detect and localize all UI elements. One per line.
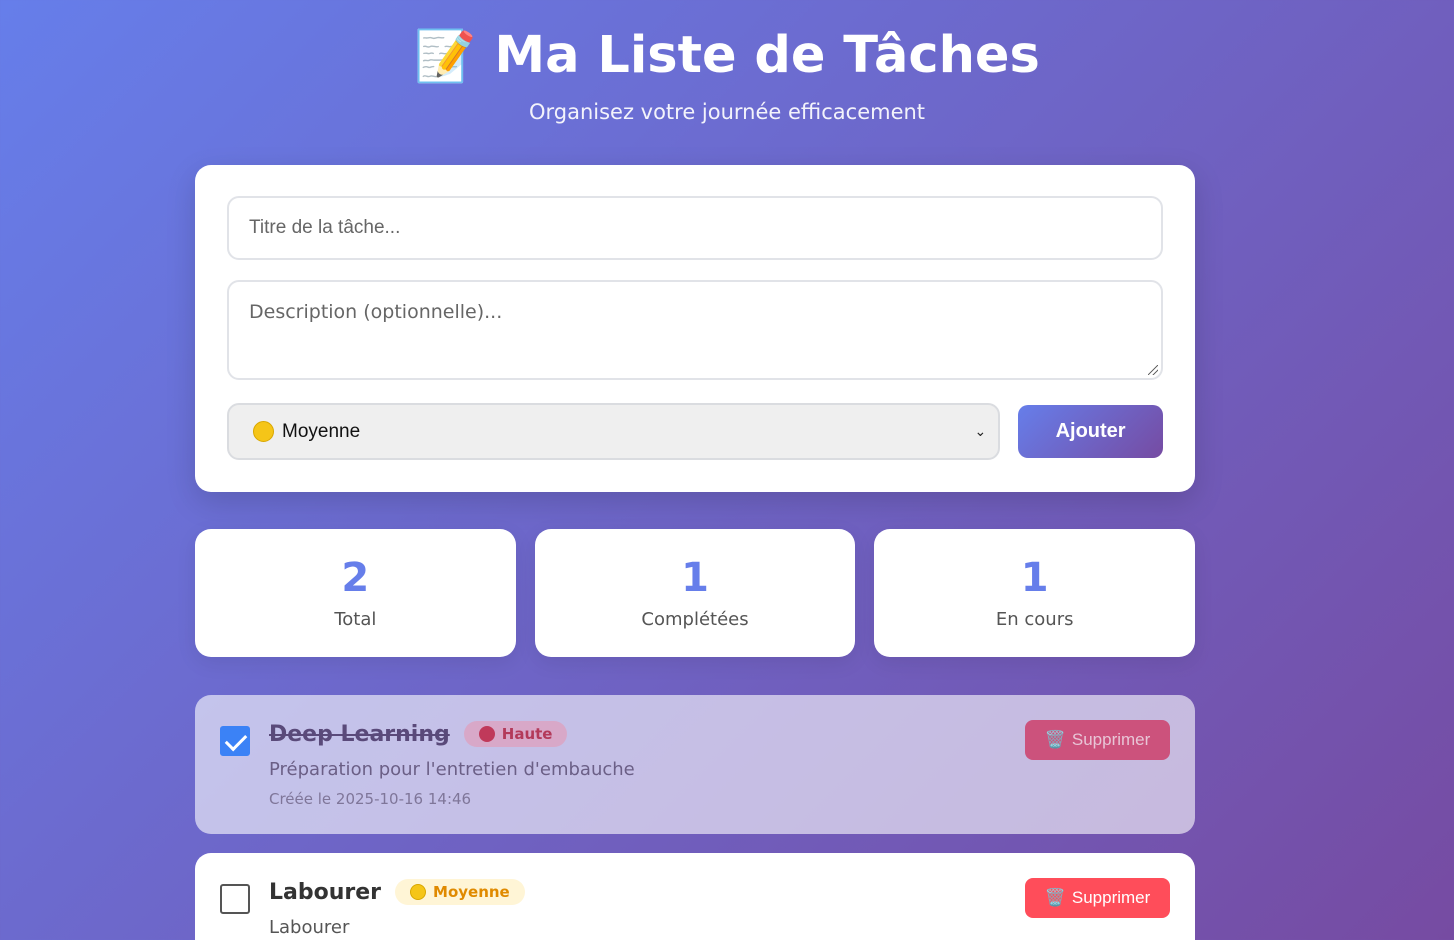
stat-completed: 1 Complétées	[534, 529, 856, 657]
add-task-button[interactable]: Ajouter	[1018, 405, 1163, 458]
page-subtitle: Organisez votre journée efficacement	[528, 100, 926, 124]
task-title: Deep Learning	[269, 721, 450, 747]
task-description-textarea[interactable]: Description (optionnelle)...	[227, 280, 1163, 380]
delete-label: Supprimer	[1071, 730, 1151, 749]
task-title-placeholder: Titre de la tâche...	[249, 217, 401, 238]
priority-badge-label: Haute	[501, 725, 553, 743]
task-created-date: Créée le 2025-10-16 14:46	[269, 790, 472, 808]
stat-label: Total	[334, 609, 377, 630]
task-item: Deep Learning Haute Préparation pour l'e…	[195, 695, 1195, 834]
trash-icon: 🗑️	[1044, 888, 1066, 907]
add-task-form: Titre de la tâche... Description (option…	[195, 165, 1195, 492]
priority-badge-label: Moyenne	[433, 883, 510, 901]
stat-in-progress: 1 En cours	[874, 529, 1196, 657]
priority-badge: Haute	[463, 721, 568, 747]
trash-icon: 🗑️	[1044, 730, 1066, 749]
delete-task-button[interactable]: 🗑️ Supprimer	[1025, 720, 1170, 760]
task-title-input[interactable]: Titre de la tâche...	[227, 196, 1163, 260]
task-item: Labourer Moyenne Labourer 🗑️ Supprimer	[195, 853, 1195, 940]
stat-value: 2	[341, 555, 370, 601]
task-complete-checkbox[interactable]	[220, 884, 250, 914]
delete-label: Supprimer	[1071, 888, 1151, 907]
page-title: 📝 Ma Liste de Tâches	[414, 26, 1040, 86]
task-description: Préparation pour l'entretien d'embauche	[269, 759, 635, 780]
priority-high-dot-icon	[478, 726, 495, 742]
app-header: 📝 Ma Liste de Tâches Organisez votre jou…	[0, 0, 1454, 124]
priority-select[interactable]: Moyenne ⌄	[227, 403, 1001, 460]
stat-label: Complétées	[641, 609, 749, 630]
priority-dot-icon	[253, 421, 274, 442]
delete-task-button[interactable]: 🗑️ Supprimer	[1025, 878, 1170, 918]
priority-selected-label: Moyenne	[282, 420, 361, 442]
task-title: Labourer	[269, 879, 382, 905]
page-title-text: Ma Liste de Tâches	[494, 26, 1040, 85]
task-complete-checkbox[interactable]	[220, 726, 250, 756]
stats-row: 2 Total 1 Complétées 1 En cours	[195, 529, 1196, 657]
priority-badge: Moyenne	[395, 879, 525, 905]
memo-icon: 📝	[414, 27, 477, 85]
stat-total: 2 Total	[195, 529, 516, 657]
stat-label: En cours	[995, 609, 1074, 630]
stat-value: 1	[1020, 555, 1049, 601]
chevron-down-icon: ⌄	[974, 423, 987, 439]
task-description-placeholder: Description (optionnelle)...	[249, 301, 503, 323]
priority-medium-dot-icon	[410, 884, 427, 900]
stat-value: 1	[681, 555, 709, 601]
resize-grip-icon[interactable]	[1148, 365, 1158, 375]
task-description: Labourer	[269, 917, 350, 938]
